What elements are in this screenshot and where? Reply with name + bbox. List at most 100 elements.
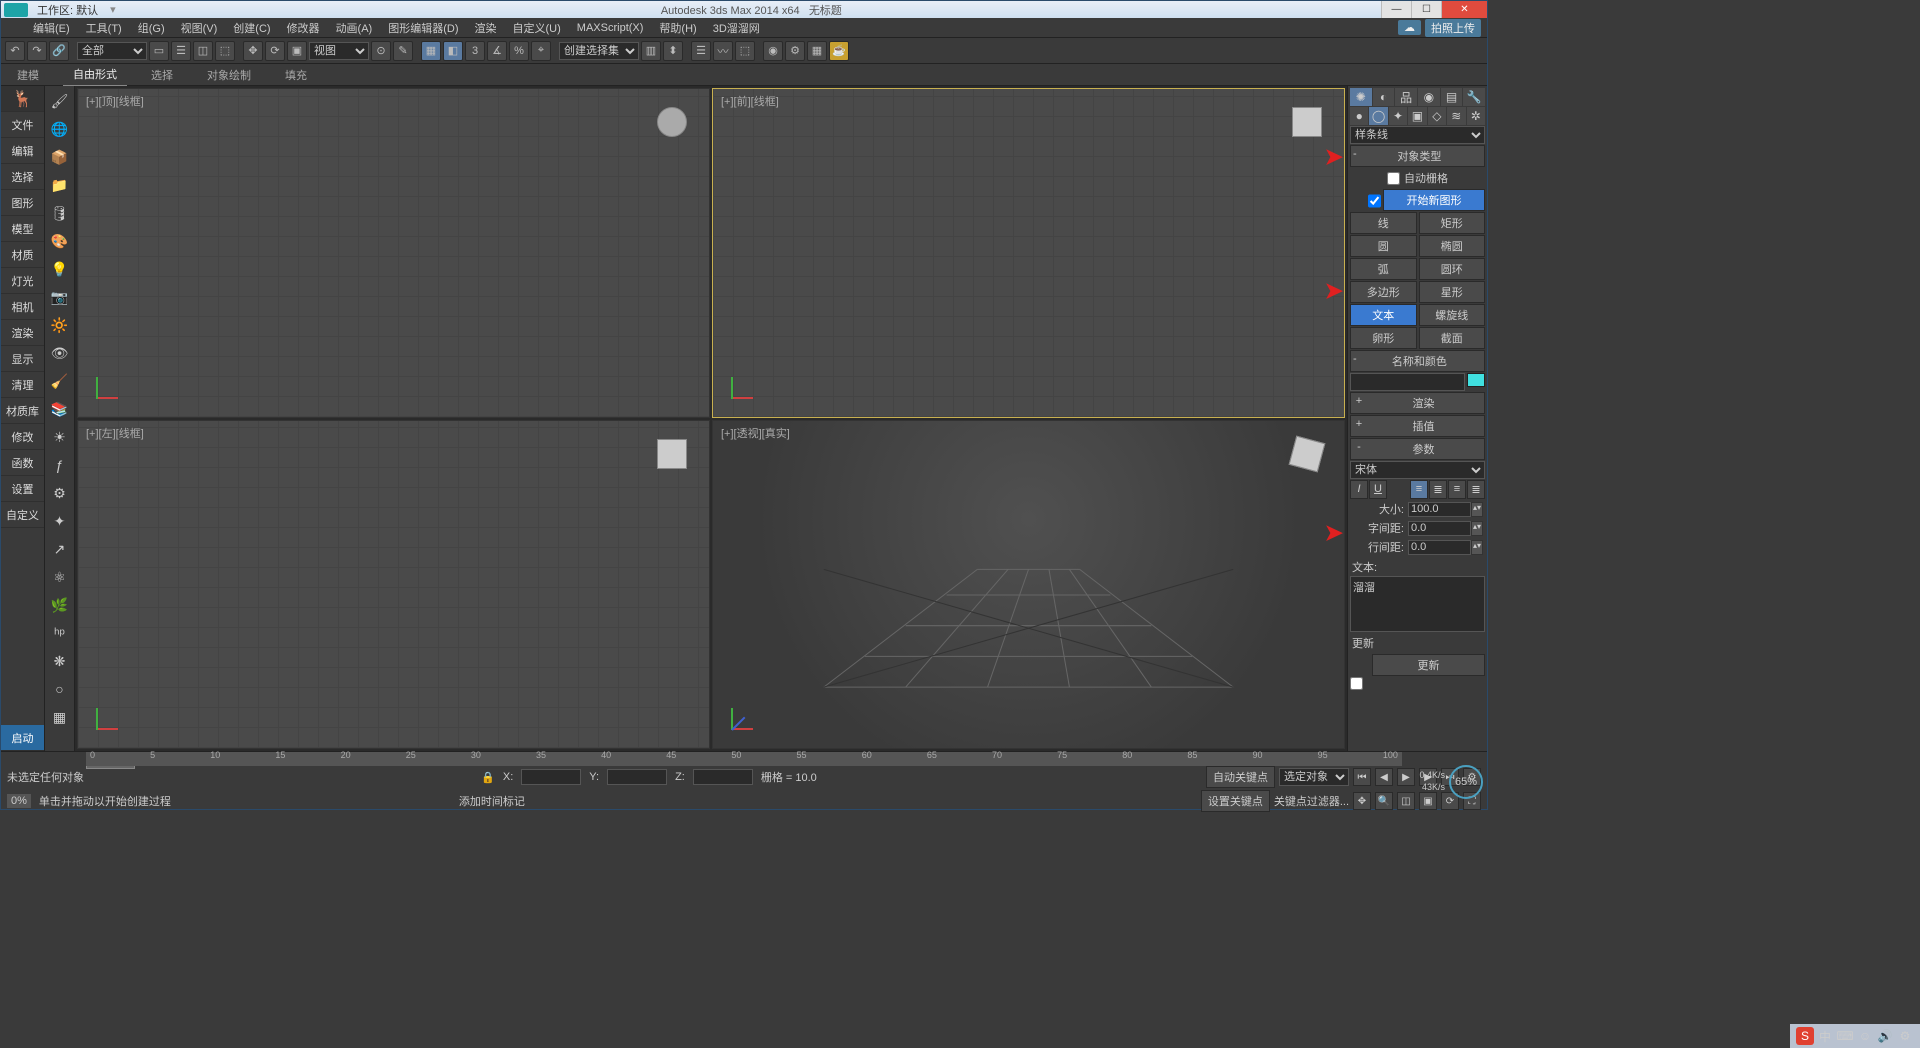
leading-spinner[interactable]: ▴▾ [1471,540,1483,555]
curve-editor-button[interactable]: 〰 [713,41,733,61]
sidebar-file[interactable]: 文件 [1,112,44,138]
menu-help[interactable]: 帮助(H) [651,18,704,38]
addtag-button[interactable]: 添加时间标记 [459,793,525,809]
btn-ngon[interactable]: 多边形 [1350,281,1417,303]
viewport-left[interactable]: [+][左][线框] [77,420,710,750]
subtab-geometry[interactable]: ● [1350,107,1368,125]
ime-icon[interactable]: S [1796,1027,1814,1045]
named-selection[interactable]: 创建选择集 [559,42,639,60]
gear-icon[interactable]: ⚙ [49,482,71,504]
menu-edit[interactable]: 编辑(E) [25,18,78,38]
undo-button[interactable]: ↶ [5,41,25,61]
rect-select-button[interactable]: ◫ [193,41,213,61]
camera-icon[interactable]: 📷 [49,286,71,308]
subtab-shapes[interactable]: ◯ [1369,107,1387,125]
globe-icon[interactable]: 🌐 [49,118,71,140]
select-button[interactable]: ▭ [149,41,169,61]
sidebar-camera[interactable]: 相机 [1,294,44,320]
sidebar-functions[interactable]: 函数 [1,450,44,476]
btn-star[interactable]: 星形 [1419,281,1486,303]
lock-icon[interactable]: 🔒 [481,771,495,784]
nav-zoom-button[interactable]: 🔍 [1375,792,1393,810]
sidebar-render[interactable]: 渲染 [1,320,44,346]
broom-icon[interactable]: 🧹 [49,370,71,392]
sidebar-modify[interactable]: 修改 [1,424,44,450]
viewport-perspective[interactable]: [+][透视][真实] [712,420,1345,750]
sun-icon[interactable]: ☀ [49,426,71,448]
timeline[interactable]: 0 / 100 05101520253035404550556065707580… [1,752,1487,766]
startshape-button[interactable]: 开始新图形 [1383,189,1485,211]
menu-grapheditors[interactable]: 图形编辑器(D) [380,18,466,38]
redo-button[interactable]: ↷ [27,41,47,61]
tab-hierarchy[interactable]: 品 [1395,88,1417,106]
atom-icon[interactable]: ⚛ [49,566,71,588]
menu-views[interactable]: 视图(V) [173,18,226,38]
percent-snap[interactable]: 3 [465,41,485,61]
subtab-spacewarps[interactable]: ≋ [1447,107,1465,125]
coord-x[interactable] [521,769,581,785]
menu-modifiers[interactable]: 修改器 [279,18,328,38]
btn-text[interactable]: 文本 [1350,304,1417,326]
subtab-cameras[interactable]: ▣ [1408,107,1426,125]
mirror-button[interactable]: ▥ [641,41,661,61]
close-button[interactable]: ✕ [1441,1,1487,18]
sidebar-custom[interactable]: 自定义 [1,502,44,528]
btn-section[interactable]: 截面 [1419,327,1486,349]
eye-icon[interactable]: 👁 [49,342,71,364]
snap-toggle[interactable]: ▦ [421,41,441,61]
viewcube[interactable] [1282,97,1332,147]
sidebar-edit[interactable]: 编辑 [1,138,44,164]
scale-button[interactable]: ▣ [287,41,307,61]
wand-icon[interactable]: ✦ [49,510,71,532]
align-button[interactable]: ⬍ [663,41,683,61]
rollup-objecttype[interactable]: -对象类型 [1350,145,1485,167]
menu-rendering[interactable]: 渲染 [467,18,505,38]
tray-smiley-icon[interactable]: ☺ [1856,1027,1874,1045]
subtab-helpers[interactable]: ◇ [1428,107,1446,125]
snap-5[interactable]: % [509,41,529,61]
keyfilter-button[interactable]: 关键点过滤器... [1274,793,1349,809]
window-crossing-button[interactable]: ⬚ [215,41,235,61]
grid-icon[interactable]: ▦ [49,706,71,728]
arrow-icon[interactable]: ↗ [49,538,71,560]
kerning-input[interactable] [1408,521,1471,536]
tab-display[interactable]: ▤ [1441,88,1463,106]
ribbon-tab-modeling[interactable]: 建模 [7,64,49,86]
sidebar-clean[interactable]: 清理 [1,372,44,398]
material-editor-button[interactable]: ◉ [763,41,783,61]
layers-button[interactable]: ☰ [691,41,711,61]
cloud-icon[interactable]: ☁ [1398,20,1421,35]
ribbon-tab-populate[interactable]: 填充 [275,64,317,86]
leaf-icon[interactable]: 🌿 [49,594,71,616]
render-icon[interactable]: 🔆 [49,314,71,336]
btn-helix[interactable]: 螺旋线 [1419,304,1486,326]
coord-z[interactable] [693,769,753,785]
kerning-spinner[interactable]: ▴▾ [1471,521,1483,536]
circle-icon[interactable]: ○ [49,678,71,700]
rollup-interp[interactable]: +插值 [1350,415,1485,437]
sidebar-select[interactable]: 选择 [1,164,44,190]
autogrid-checkbox[interactable] [1387,172,1400,185]
goto-start-button[interactable]: ⏮ [1353,768,1371,786]
menu-tools[interactable]: 工具(T) [78,18,130,38]
select-name-button[interactable]: ☰ [171,41,191,61]
library-icon[interactable]: 📚 [49,398,71,420]
prev-frame-button[interactable]: ◀ [1375,768,1393,786]
update-button[interactable]: 更新 [1372,654,1485,676]
pivot-button[interactable]: ⊙ [371,41,391,61]
rollup-namecolor[interactable]: -名称和颜色 [1350,350,1485,372]
object-color-swatch[interactable] [1467,373,1485,387]
gear2-icon[interactable]: ❋ [49,650,71,672]
upload-button[interactable]: 拍照上传 [1425,19,1481,37]
font-select[interactable]: 宋体 [1350,461,1485,479]
btn-rectangle[interactable]: 矩形 [1419,212,1486,234]
sidebar-matlib[interactable]: 材质库 [1,398,44,424]
box-icon[interactable]: 📦 [49,146,71,168]
autokey-button[interactable]: 自动关键点 [1206,766,1275,788]
folder-icon[interactable]: 📁 [49,174,71,196]
leading-input[interactable] [1408,540,1471,555]
ref-coord-system[interactable]: 视图 [309,42,369,60]
spinner-snap[interactable]: ∡ [487,41,507,61]
minimize-button[interactable]: — [1381,1,1411,18]
nav-pan-button[interactable]: ✥ [1353,792,1371,810]
